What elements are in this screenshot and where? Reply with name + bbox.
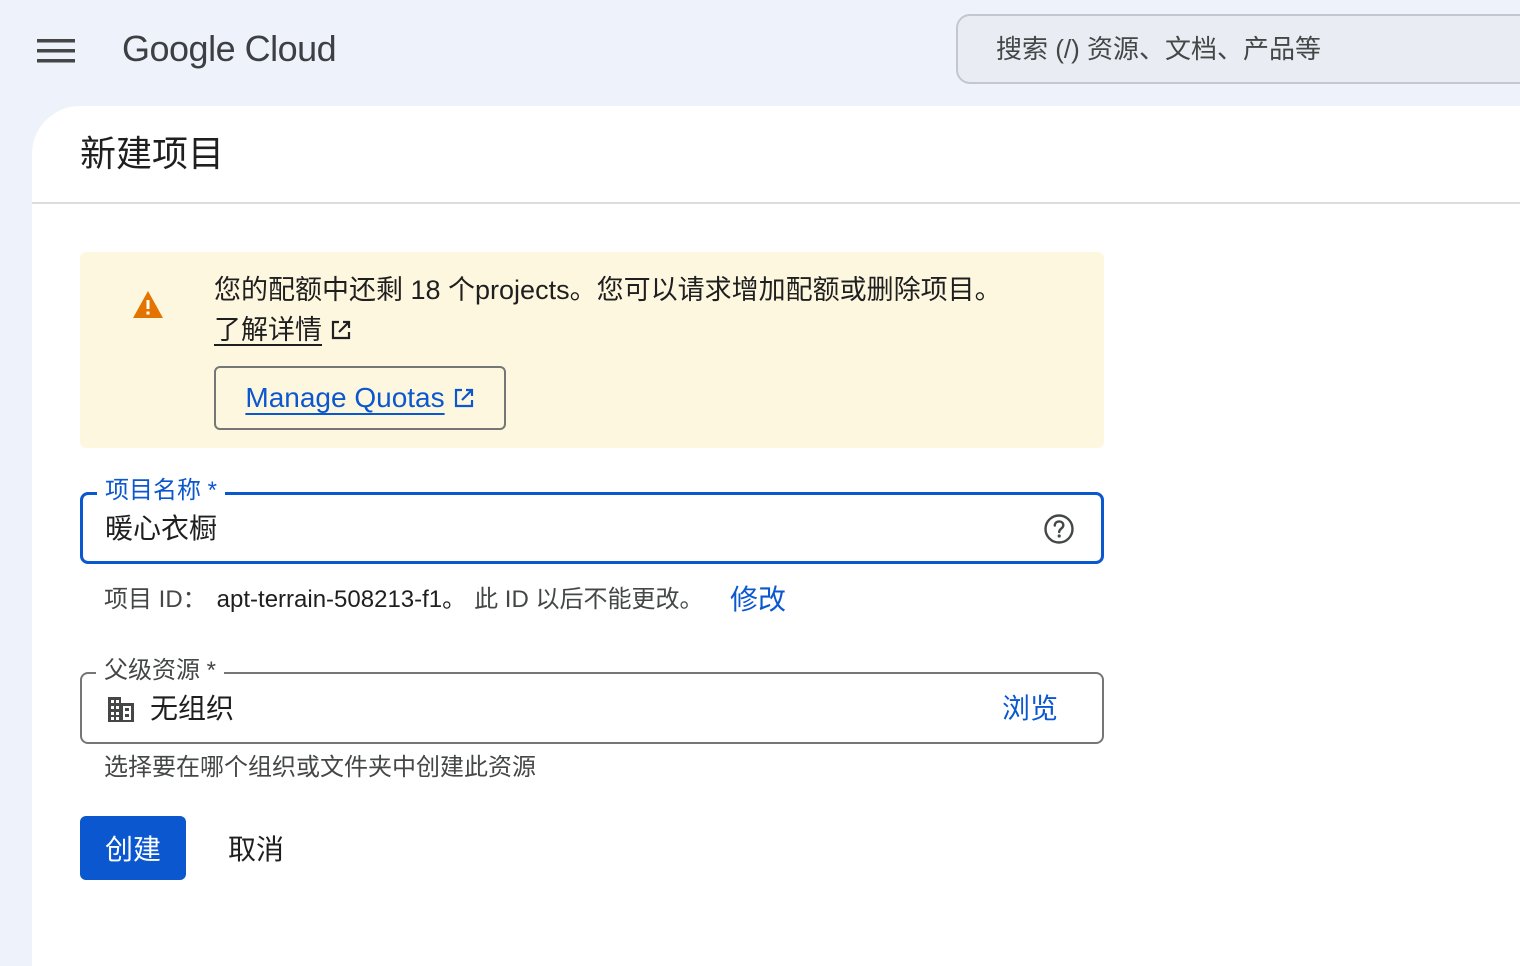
- external-link-icon: [331, 320, 351, 340]
- browse-button[interactable]: 浏览: [1002, 690, 1058, 728]
- help-circle-icon[interactable]: [1043, 513, 1075, 545]
- learn-more-label: 了解详情: [214, 315, 322, 345]
- parent-resource-value: 无组织: [150, 693, 235, 724]
- organization-building-icon: [108, 697, 134, 722]
- manage-quotas-label: Manage Quotas: [245, 382, 445, 413]
- project-id-note: 此 ID 以后不能更改。: [474, 586, 704, 613]
- project-id-info: 项目 ID： apt-terrain-508213-f1。此 ID 以后不能更改。: [104, 582, 703, 618]
- title-divider: [32, 202, 1520, 204]
- google-cloud-logo[interactable]: Google Cloud: [122, 26, 337, 72]
- quota-warning-text: 您的配额中还剩 18 个projects。您可以请求增加配额或删除项目。 了解详…: [214, 270, 1084, 350]
- warning-icon: [133, 291, 163, 318]
- main-menu-button[interactable]: [26, 26, 86, 76]
- project-id-value: apt-terrain-508213-f1。: [216, 586, 467, 613]
- parent-resource-label: 父级资源 *: [96, 656, 225, 686]
- cancel-button[interactable]: 取消: [206, 816, 306, 880]
- quota-warning-message: 您的配额中还剩 18 个projects。您可以请求增加配额或删除项目。: [214, 275, 1002, 305]
- external-link-icon: [454, 388, 473, 408]
- parent-resource-hint: 选择要在哪个组织或文件夹中创建此资源: [104, 754, 536, 781]
- new-project-panel: 新建项目 您的配额中还剩 18 个projects。您可以请求增加配额或删除项目…: [32, 106, 1520, 966]
- hamburger-menu-icon: [37, 39, 75, 63]
- search-bar[interactable]: [956, 14, 1520, 84]
- page-title: 新建项目: [80, 133, 225, 174]
- project-name-label: 项目名称 *: [97, 476, 226, 506]
- quota-warning-banner: 您的配额中还剩 18 个projects。您可以请求增加配额或删除项目。 了解详…: [80, 252, 1104, 448]
- create-button[interactable]: 创建: [80, 816, 186, 880]
- edit-project-id-link[interactable]: 修改: [730, 582, 786, 618]
- learn-more-link[interactable]: 了解详情: [214, 315, 322, 345]
- project-name-field[interactable]: 项目名称 *: [80, 476, 1104, 564]
- project-name-input[interactable]: [105, 511, 1005, 543]
- parent-resource-field[interactable]: 父级资源 * 无组织 浏览: [80, 656, 1104, 744]
- search-input[interactable]: [996, 33, 1516, 65]
- manage-quotas-button[interactable]: Manage Quotas: [214, 366, 506, 430]
- project-id-prefix: 项目 ID：: [104, 586, 207, 613]
- top-bar: Google Cloud: [0, 0, 1520, 104]
